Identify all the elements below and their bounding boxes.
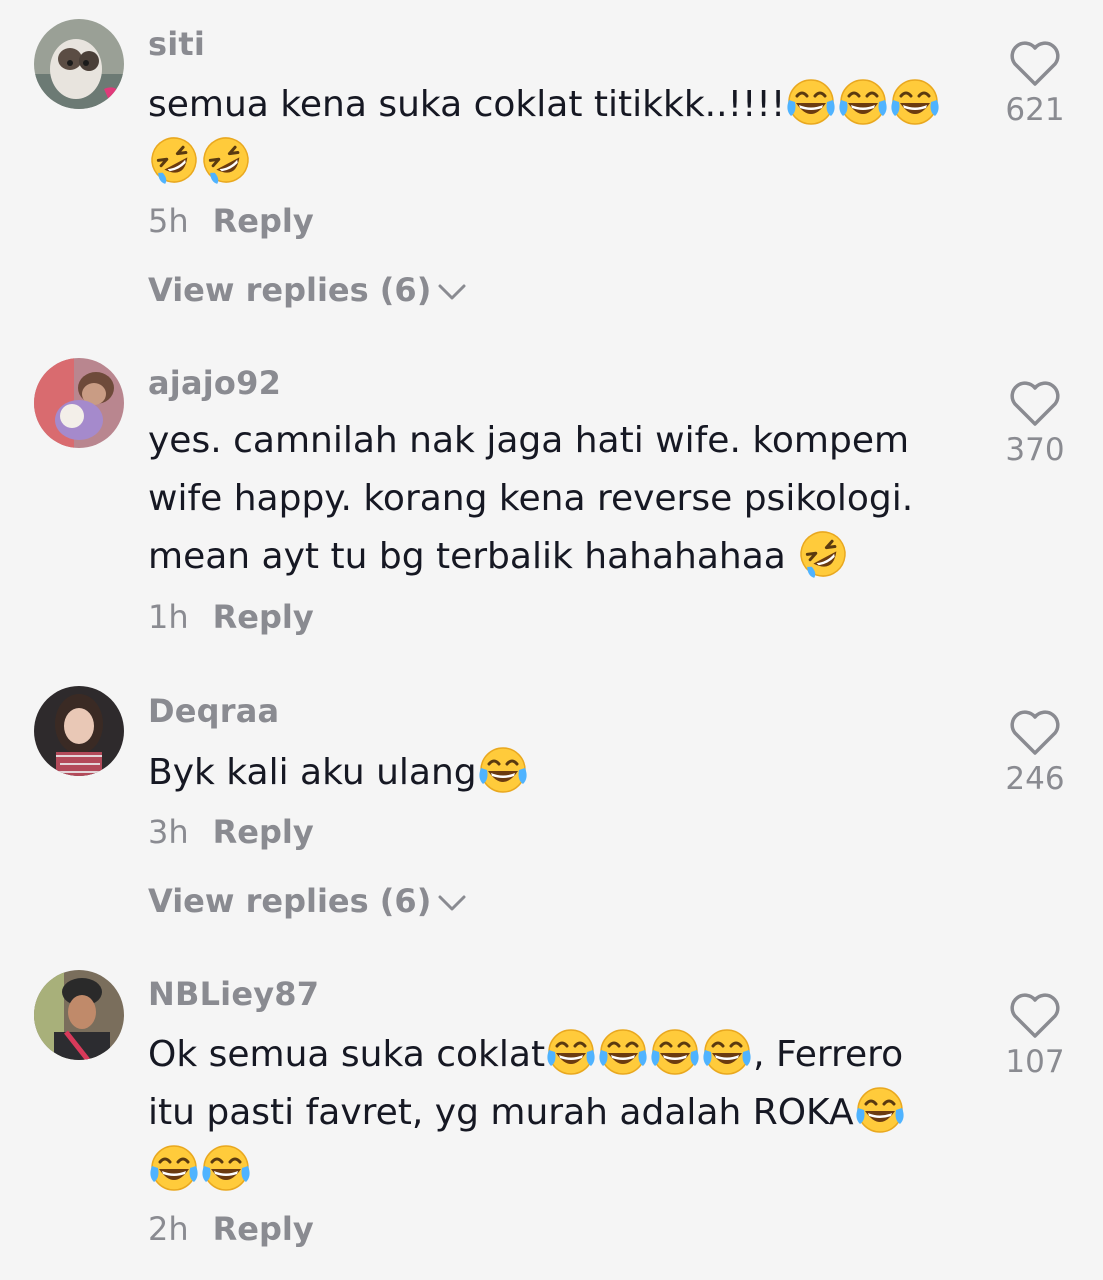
comment-meta: 1h Reply [148, 598, 314, 636]
comment-time: 1h [148, 598, 189, 636]
chevron-down-icon [438, 895, 466, 911]
comment-item: NBLiey87 Ok semua suka coklat, Ferrero i… [0, 958, 1103, 1280]
comment-time: 5h [148, 202, 189, 240]
view-replies-label: View replies (6) [148, 271, 432, 309]
comment-item: ajajo92 yes. camnilah nak jaga hati wife… [0, 340, 1103, 660]
reply-button[interactable]: Reply [213, 202, 314, 240]
avatar[interactable] [34, 970, 124, 1060]
reply-button[interactable]: Reply [213, 813, 314, 851]
view-replies-button[interactable]: View replies (6) [148, 271, 467, 309]
comment-time: 3h [148, 813, 189, 851]
face-with-tears-of-joy-icon [148, 1142, 200, 1194]
comment-username[interactable]: NBLiey87 [148, 975, 319, 1013]
face-with-tears-of-joy-icon [785, 76, 837, 128]
like-block: 621 [994, 40, 1076, 128]
heart-outline-icon[interactable] [1009, 709, 1061, 757]
reply-button[interactable]: Reply [213, 598, 314, 636]
face-with-tears-of-joy-icon [649, 1026, 701, 1078]
comment-text: Ok semua suka coklat, Ferrero itu pasti … [148, 1026, 948, 1200]
heart-outline-icon[interactable] [1009, 380, 1061, 428]
comment-meta: 5h Reply [148, 202, 314, 240]
comment-text: semua kena suka coklat titikkk..!!!! [148, 76, 948, 192]
face-with-tears-of-joy-icon [545, 1026, 597, 1078]
like-block: 370 [994, 380, 1076, 468]
face-with-tears-of-joy-icon [854, 1084, 906, 1136]
view-replies-label: View replies (6) [148, 882, 432, 920]
comment-time: 2h [148, 1210, 189, 1248]
like-block: 246 [994, 709, 1076, 797]
like-count: 370 [1005, 432, 1065, 468]
comment-meta: 3h Reply [148, 813, 314, 851]
comment-item: siti semua kena suka coklat titikkk..!!!… [0, 0, 1103, 340]
comment-username[interactable]: Deqraa [148, 692, 279, 730]
comment-username[interactable]: siti [148, 25, 205, 63]
face-with-tears-of-joy-icon [837, 76, 889, 128]
face-with-tears-of-joy-icon [477, 744, 529, 796]
face-with-tears-of-joy-icon [889, 76, 941, 128]
comment-item: Deqraa Byk kali aku ulang 3h Reply View r… [0, 668, 1103, 958]
like-count: 107 [1005, 1044, 1065, 1080]
rolling-on-floor-laughing-icon [200, 134, 252, 186]
avatar[interactable] [34, 19, 124, 109]
comment-text: Byk kali aku ulang [148, 744, 948, 802]
avatar[interactable] [34, 686, 124, 776]
face-with-tears-of-joy-icon [597, 1026, 649, 1078]
comment-text: yes. camnilah nak jaga hati wife. kompem… [148, 412, 948, 586]
view-replies-button[interactable]: View replies (6) [148, 882, 467, 920]
rolling-on-floor-laughing-icon [797, 528, 849, 580]
heart-outline-icon[interactable] [1009, 40, 1061, 88]
avatar[interactable] [34, 358, 124, 448]
heart-outline-icon[interactable] [1009, 992, 1061, 1040]
like-block: 107 [994, 992, 1076, 1080]
like-count: 246 [1005, 761, 1065, 797]
face-with-tears-of-joy-icon [200, 1142, 252, 1194]
comment-username[interactable]: ajajo92 [148, 364, 281, 402]
comment-meta: 2h Reply [148, 1210, 314, 1248]
like-count: 621 [1005, 92, 1065, 128]
chevron-down-icon [438, 284, 466, 300]
face-with-tears-of-joy-icon [701, 1026, 753, 1078]
rolling-on-floor-laughing-icon [148, 134, 200, 186]
reply-button[interactable]: Reply [213, 1210, 314, 1248]
